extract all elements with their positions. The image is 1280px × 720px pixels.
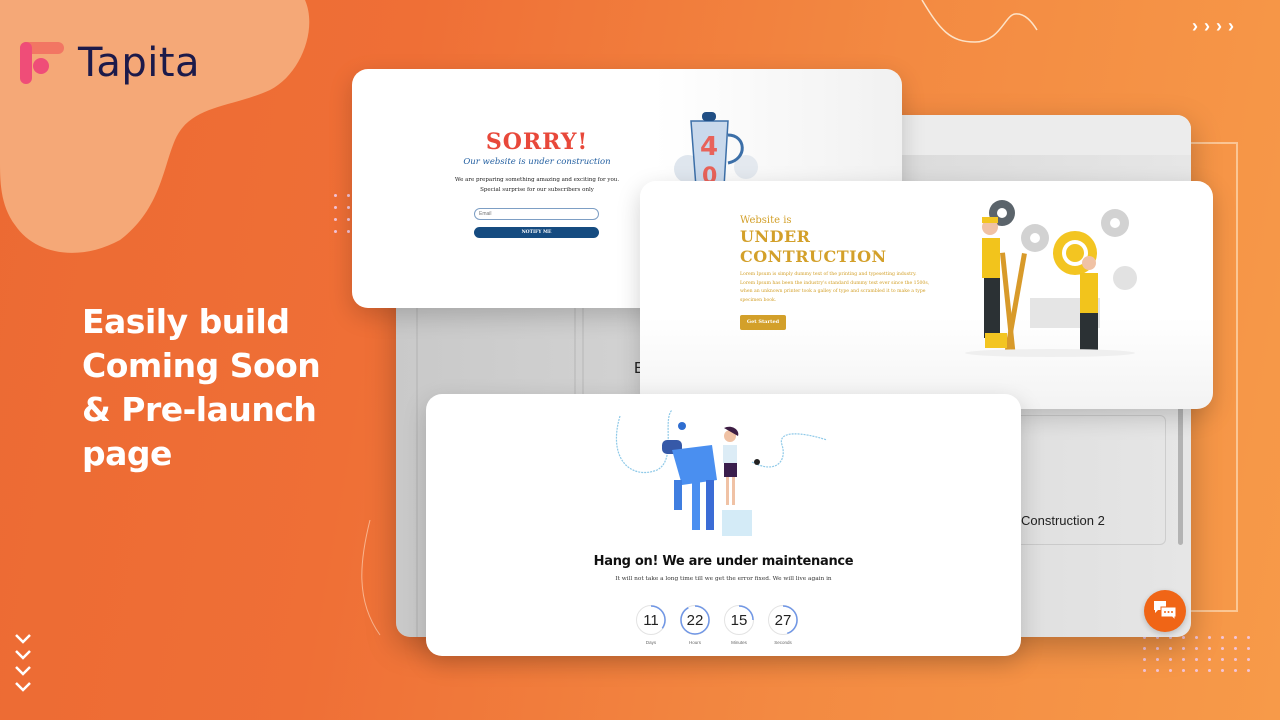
decorative-blob xyxy=(0,0,310,253)
chat-bubbles-icon xyxy=(1154,601,1177,622)
chevron-down-icon xyxy=(15,634,31,644)
template-card-under-construction[interactable]: Website is UNDER CONTRUCTION Lorem Ipsum… xyxy=(640,181,1213,409)
countdown-progress-arc xyxy=(635,604,666,635)
countdown-label: Minutes xyxy=(731,640,747,645)
chevron-right-icon: › xyxy=(1228,16,1234,36)
countdown-progress-ring xyxy=(767,604,798,635)
countdown-progress-ring xyxy=(723,604,754,635)
brand-name: Tapita xyxy=(78,40,201,86)
maintenance-subtitle: It will not take a long time till we get… xyxy=(615,576,832,582)
countdown-timer: 11 Days 22 Hours 15 Minutes 27 Seconds xyxy=(635,604,798,645)
svg-text:4: 4 xyxy=(700,132,718,162)
countdown-ring: 22 xyxy=(679,604,710,635)
construction-workers-gears-icon xyxy=(965,200,1137,357)
decorative-curve-top xyxy=(921,0,1038,43)
countdown-label: Hours xyxy=(688,640,701,645)
decorative-dot-grid xyxy=(334,194,350,233)
chevron-down-icon xyxy=(15,682,31,692)
description-line: We are preparing something amazing and e… xyxy=(454,177,620,183)
countdown-progress-ring xyxy=(635,604,666,635)
chevron-right-icons: › › › › xyxy=(1192,16,1234,37)
blender-404-icon: 4 0 xyxy=(674,112,758,187)
uc-title: UNDER CONTRUCTION xyxy=(740,227,887,267)
chevron-right-icon: › xyxy=(1192,16,1198,36)
uc-pre-title: Website is xyxy=(740,215,792,226)
countdown-progress-arc xyxy=(679,604,710,635)
countdown-progress-arc xyxy=(723,604,754,635)
robot-and-engineer-icon xyxy=(615,409,828,536)
countdown-days: 11 Days xyxy=(635,604,666,645)
hero-headline: Easily build Coming Soon & Pre-launch pa… xyxy=(82,300,382,476)
countdown-ring: 11 xyxy=(635,604,666,635)
sorry-description: We are preparing something amazing and e… xyxy=(442,175,632,195)
countdown-hours: 22 Hours xyxy=(679,604,710,645)
uc-title-line: CONTRUCTION xyxy=(740,247,887,266)
template-card-maintenance[interactable]: Hang on! We are under maintenance It wil… xyxy=(426,394,1021,656)
headline-line: & Pre-launch xyxy=(82,390,317,429)
chevron-right-icon: › xyxy=(1204,16,1210,36)
countdown-progress-arc xyxy=(767,604,798,635)
countdown-label: Seconds xyxy=(774,640,792,645)
maintenance-title: Hang on! We are under maintenance xyxy=(593,554,854,569)
get-started-button[interactable]: Get Started xyxy=(740,315,786,330)
notify-me-button[interactable]: NOTIFY ME xyxy=(474,227,599,238)
countdown-label: Days xyxy=(645,640,657,645)
chat-button[interactable] xyxy=(1144,590,1186,632)
uc-description: Lorem Ipsum is simply dummy text of the … xyxy=(740,272,930,303)
chevron-right-icon: › xyxy=(1216,16,1222,36)
uc-title-line: UNDER xyxy=(740,227,811,246)
headline-line: Easily build xyxy=(82,302,290,341)
description-line: Special surprise for our subscribers onl… xyxy=(480,187,594,193)
countdown-progress-ring xyxy=(679,604,710,635)
chevron-down-icon xyxy=(15,650,31,660)
tapita-logo-icon xyxy=(20,40,66,86)
countdown-seconds: 27 Seconds xyxy=(767,604,798,645)
brand-logo: Tapita xyxy=(20,40,200,86)
headline-line: Coming Soon xyxy=(82,346,321,385)
countdown-minutes: 15 Minutes xyxy=(723,604,754,645)
chevron-down-icon xyxy=(15,666,31,676)
email-input[interactable] xyxy=(474,208,599,220)
template-panel-label: Construction 2 xyxy=(1021,513,1105,528)
countdown-ring: 27 xyxy=(767,604,798,635)
countdown-ring: 15 xyxy=(723,604,754,635)
chevron-down-icons xyxy=(14,632,32,694)
decorative-dot-grid xyxy=(1143,636,1250,672)
headline-line: page xyxy=(82,434,172,473)
